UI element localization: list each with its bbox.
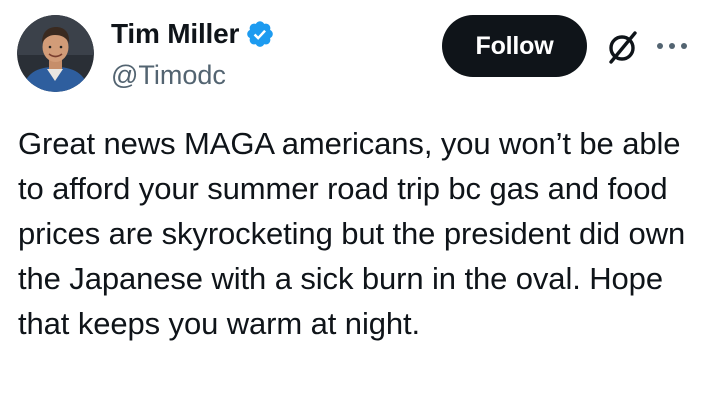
verified-badge-icon[interactable]	[245, 19, 275, 49]
more-horizontal-icon[interactable]	[652, 38, 692, 54]
handle[interactable]: @Timodc	[111, 58, 411, 92]
tweet-text: Great news MAGA americans, you won’t be …	[18, 126, 694, 341]
tweet-card: Tim Miller @Timodc Follow Great news MAG…	[0, 0, 702, 402]
display-name[interactable]: Tim Miller	[111, 16, 239, 52]
follow-button[interactable]: Follow	[442, 15, 587, 77]
author-block: Tim Miller @Timodc	[111, 16, 411, 92]
avatar[interactable]	[17, 15, 94, 92]
grok-slash-circle-icon[interactable]	[605, 29, 641, 65]
avatar-photo-icon	[17, 15, 94, 92]
name-row: Tim Miller	[111, 16, 411, 52]
